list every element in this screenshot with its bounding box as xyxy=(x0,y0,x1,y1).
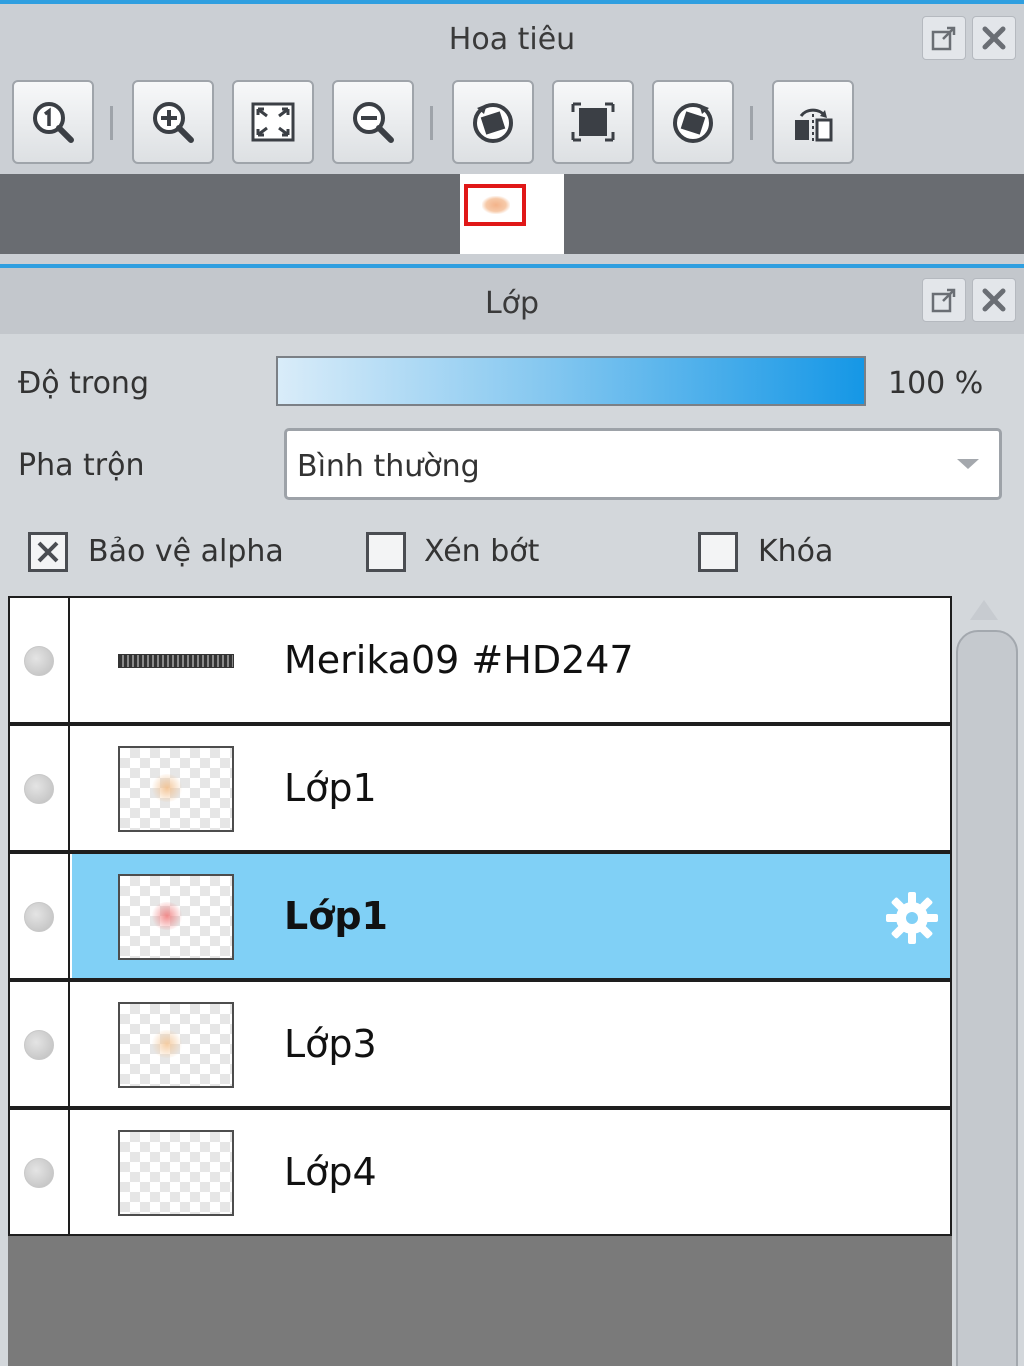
toolbar-divider xyxy=(110,106,113,140)
layer-name: Merika09 #HD247 xyxy=(284,638,634,682)
navigator-toolbar xyxy=(0,80,1024,168)
zoom-in-button[interactable] xyxy=(132,80,214,164)
gear-icon[interactable] xyxy=(882,888,942,948)
popout-icon xyxy=(931,26,956,51)
check-x-icon xyxy=(37,541,59,563)
visibility-dot-icon xyxy=(24,1158,54,1188)
flip-horizontal-icon xyxy=(795,108,833,144)
zoom-out-icon xyxy=(353,102,394,143)
navigator-preview[interactable] xyxy=(0,174,1024,254)
toolbar-divider xyxy=(750,106,753,140)
thumbnail-artwork xyxy=(150,902,184,930)
blend-mode-value: Bình thường xyxy=(297,449,480,484)
zoom-actual-size-icon xyxy=(33,102,74,143)
layer-cell[interactable]: Lớp1 xyxy=(72,726,950,850)
layer-thumbnail xyxy=(118,1130,234,1216)
layers-float-button[interactable] xyxy=(922,278,966,322)
layers-header: Lớp xyxy=(0,268,1024,334)
rotate-left-button[interactable] xyxy=(452,80,534,164)
popout-icon xyxy=(931,288,956,313)
canvas-preview[interactable] xyxy=(460,174,564,254)
toolbar-divider xyxy=(430,106,433,140)
layer-name: Lớp1 xyxy=(284,766,377,810)
layers-close-button[interactable] xyxy=(972,278,1016,322)
flip-horizontal-button[interactable] xyxy=(772,80,854,164)
visibility-dot-icon xyxy=(24,902,54,932)
protect-alpha-checkbox[interactable] xyxy=(28,532,68,572)
opacity-label: Độ trong xyxy=(18,366,149,401)
visibility-toggle[interactable] xyxy=(10,598,70,722)
close-icon xyxy=(982,26,1006,50)
layer-name: Lớp3 xyxy=(284,1022,377,1066)
zoom-out-button[interactable] xyxy=(332,80,414,164)
visibility-dot-icon xyxy=(24,774,54,804)
layer-row-selected[interactable]: Lớp1 xyxy=(8,852,952,980)
thumbnail-artwork xyxy=(150,1030,184,1058)
visibility-toggle[interactable] xyxy=(10,854,70,978)
zoom-in-icon xyxy=(153,102,194,143)
navigator-close-button[interactable] xyxy=(972,16,1016,60)
layer-thumbnail xyxy=(118,1002,234,1088)
visibility-dot-icon xyxy=(24,646,54,676)
layer-list: Merika09 #HD247 Lớp1 Lớp1 Lớp3 Lớp4 xyxy=(8,596,952,1366)
clip-label: Xén bớt xyxy=(424,534,540,569)
reset-rotation-button[interactable] xyxy=(552,80,634,164)
protect-alpha-label: Bảo vệ alpha xyxy=(88,534,284,569)
layer-list-scrollbar[interactable] xyxy=(956,630,1018,1366)
visibility-toggle[interactable] xyxy=(10,982,70,1106)
blend-mode-label: Pha trộn xyxy=(18,448,145,483)
rotate-right-icon xyxy=(673,103,713,143)
visibility-toggle[interactable] xyxy=(10,726,70,850)
lock-checkbox[interactable] xyxy=(698,532,738,572)
layer-row[interactable]: Lớp3 xyxy=(8,980,952,1108)
navigator-float-button[interactable] xyxy=(922,16,966,60)
navigator-panel: Hoa tiêu xyxy=(0,0,1024,264)
layer-name: Lớp4 xyxy=(284,1150,377,1194)
rotate-left-icon xyxy=(473,103,513,143)
reset-rotation-icon xyxy=(571,102,615,142)
layers-panel: Lớp Độ trong 100 % Pha trộn Bình thường … xyxy=(0,264,1024,1366)
visibility-toggle[interactable] xyxy=(10,1110,70,1234)
viewport-frame[interactable] xyxy=(464,184,526,226)
layer-cell[interactable]: Lớp3 xyxy=(72,982,950,1106)
layer-cell[interactable]: Lớp4 xyxy=(72,1110,950,1234)
layer-cell[interactable]: Lớp1 xyxy=(72,854,950,978)
scroll-up-arrow-icon[interactable] xyxy=(970,600,998,620)
opacity-slider[interactable] xyxy=(276,356,866,406)
layer-name: Lớp1 xyxy=(284,894,388,938)
layer-thumbnail xyxy=(118,874,234,960)
layer-row[interactable]: Merika09 #HD247 xyxy=(8,596,952,724)
layer-row[interactable]: Lớp4 xyxy=(8,1108,952,1236)
chevron-down-icon xyxy=(957,459,979,469)
thumbnail-artwork xyxy=(150,774,184,802)
blend-mode-select[interactable]: Bình thường xyxy=(284,428,1002,500)
fit-to-window-button[interactable] xyxy=(232,80,314,164)
clip-checkbox[interactable] xyxy=(366,532,406,572)
layer-row[interactable]: Lớp1 xyxy=(8,724,952,852)
lock-label: Khóa xyxy=(758,534,834,569)
preview-artwork xyxy=(482,196,510,214)
layer-cell[interactable]: Merika09 #HD247 xyxy=(72,598,950,722)
layer-thumbnail xyxy=(118,746,234,832)
navigator-title: Hoa tiêu xyxy=(448,22,576,57)
zoom-actual-size-button[interactable] xyxy=(12,80,94,164)
close-icon xyxy=(982,288,1006,312)
text-layer-thumbnail xyxy=(118,654,234,668)
fit-to-window-icon xyxy=(251,102,295,142)
opacity-value: 100 % xyxy=(888,366,984,401)
layers-title: Lớp xyxy=(484,286,540,321)
rotate-right-button[interactable] xyxy=(652,80,734,164)
visibility-dot-icon xyxy=(24,1030,54,1060)
